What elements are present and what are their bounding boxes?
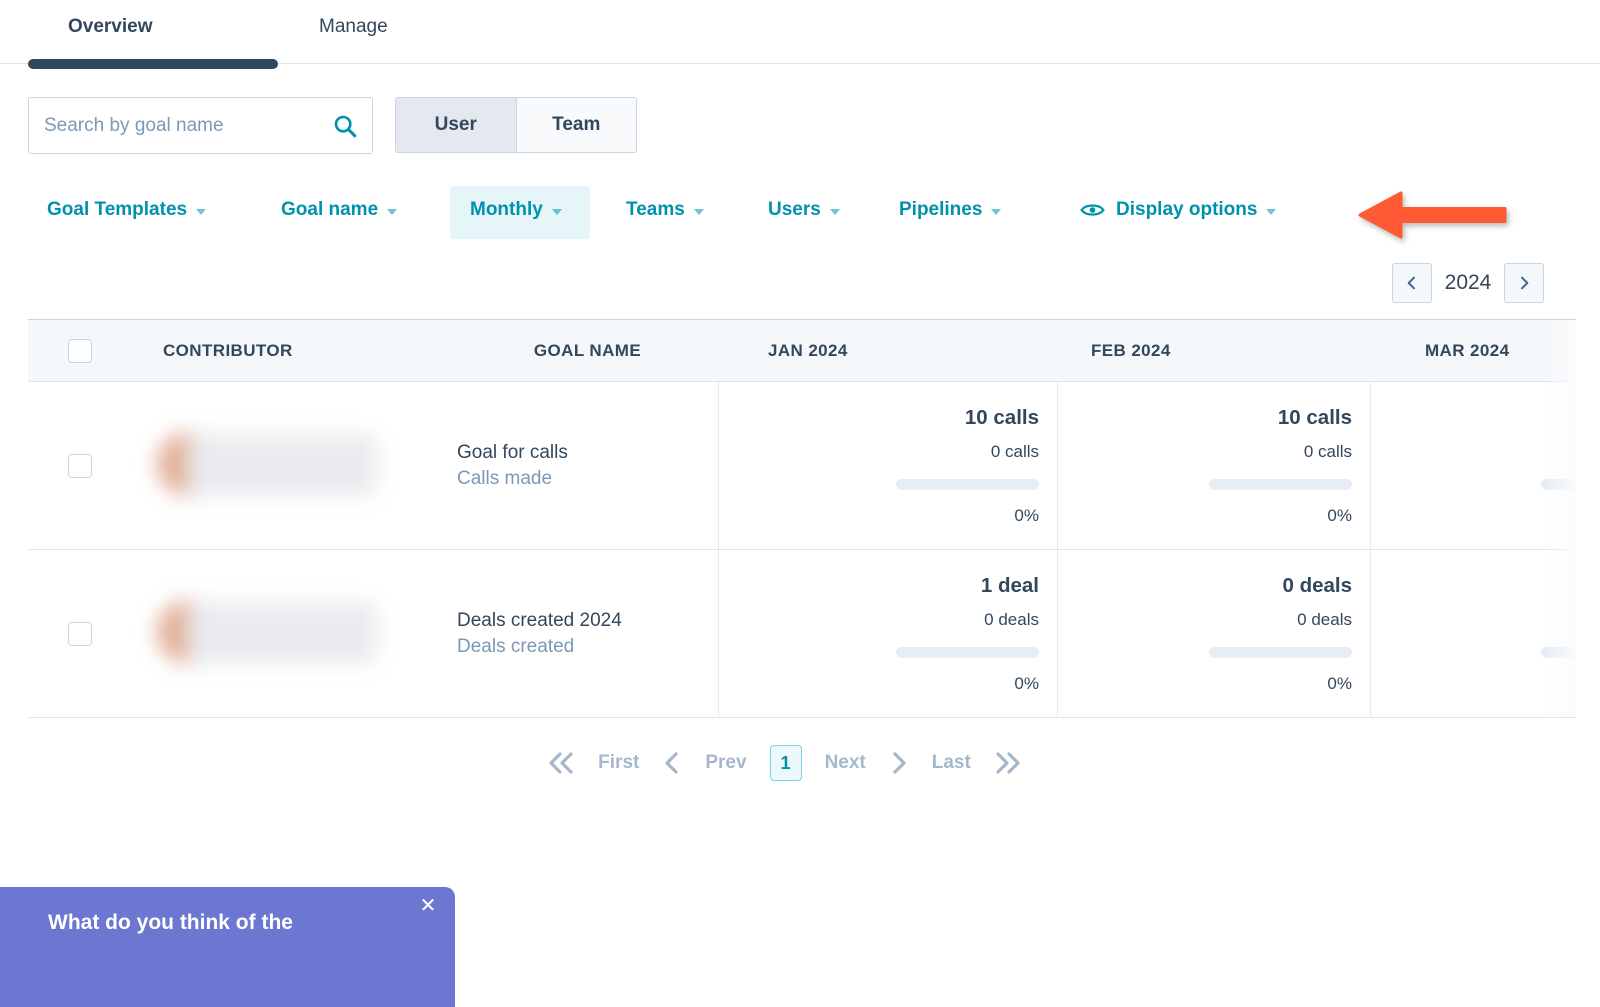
goal-actual-value: 0 deals [1058, 609, 1352, 631]
goal-actual-value: 0 calls [719, 441, 1039, 463]
filter-goal-name-label: Goal name [281, 199, 378, 221]
goal-target-value: 1 deal [719, 574, 1039, 598]
eye-icon [1080, 201, 1105, 219]
current-page-button[interactable]: 1 [770, 745, 802, 781]
filter-users[interactable]: Users [768, 199, 840, 221]
goal-target-value: 10 calls [1058, 406, 1352, 430]
goal-target-value: 10 calls [719, 406, 1039, 430]
chevron-down-icon [991, 209, 1001, 215]
chevron-down-icon [387, 209, 397, 215]
goals-table: CONTRIBUTOR GOAL NAME JAN 2024 FEB 2024 … [28, 319, 1576, 718]
column-header-goal-name: GOAL NAME [445, 341, 718, 361]
chevron-down-icon [196, 209, 206, 215]
row-checkbox[interactable] [68, 454, 92, 478]
user-team-toggle: User Team [395, 97, 637, 153]
active-tab-underline [28, 59, 278, 69]
progress-bar [1209, 647, 1352, 658]
next-year-button[interactable] [1504, 263, 1544, 303]
next-page-button[interactable]: Next [825, 752, 866, 774]
goal-percent: 0% [1058, 673, 1352, 695]
annotation-arrow-left [1354, 188, 1514, 249]
progress-bar [896, 479, 1039, 490]
row-checkbox[interactable] [68, 622, 92, 646]
goal-percent: 0% [719, 673, 1039, 695]
next-page-icon[interactable] [889, 750, 909, 776]
toggle-user-button[interactable]: User [396, 98, 517, 152]
filter-teams-label: Teams [626, 199, 685, 221]
filter-frequency-monthly[interactable]: Monthly [470, 199, 562, 221]
filter-teams[interactable]: Teams [626, 199, 704, 221]
goal-name-link[interactable]: Deals created 2024 [457, 608, 718, 634]
chevron-down-icon [1266, 209, 1276, 215]
filter-monthly-label: Monthly [470, 199, 543, 221]
filter-goal-templates-label: Goal Templates [47, 199, 187, 221]
goal-metric-label: Calls made [457, 466, 718, 492]
goal-metric-label: Deals created [457, 634, 718, 660]
goal-name-link[interactable]: Goal for calls [457, 440, 718, 466]
chevron-down-icon [552, 209, 562, 215]
tab-manage[interactable]: Manage [319, 16, 388, 38]
first-page-icon[interactable] [547, 750, 575, 776]
table-row: Deals created 2024 Deals created 1 deal … [28, 549, 1576, 717]
goal-percent: 0% [1058, 505, 1352, 527]
goal-target-value: 0 deals [1058, 574, 1352, 598]
progress-bar-fragment [1541, 479, 1576, 490]
toggle-team-button[interactable]: Team [517, 98, 637, 152]
prev-year-button[interactable] [1392, 263, 1432, 303]
last-page-icon[interactable] [994, 750, 1022, 776]
prev-page-button[interactable]: Prev [705, 752, 746, 774]
display-options-label: Display options [1116, 199, 1257, 221]
year-label: 2024 [1432, 271, 1504, 295]
progress-bar [1209, 479, 1352, 490]
column-header-feb: FEB 2024 [1057, 341, 1370, 361]
pagination: First Prev 1 Next Last [28, 740, 1541, 786]
filter-goal-templates[interactable]: Goal Templates [47, 199, 206, 221]
table-header: CONTRIBUTOR GOAL NAME JAN 2024 FEB 2024 … [28, 320, 1576, 381]
display-options-dropdown[interactable]: Display options [1080, 199, 1276, 221]
column-header-mar: MAR 2024 [1370, 341, 1576, 361]
contributor-redacted-avatar [153, 420, 381, 512]
goal-search [28, 97, 373, 154]
feedback-dialog-title: What do you think of the [48, 911, 293, 935]
search-icon[interactable] [332, 113, 358, 139]
goal-actual-value: 0 deals [719, 609, 1039, 631]
filter-pipelines[interactable]: Pipelines [899, 199, 1001, 221]
search-input[interactable] [29, 115, 332, 137]
feedback-dialog: What do you think of the ✕ [0, 887, 455, 1007]
filter-pipelines-label: Pipelines [899, 199, 982, 221]
last-page-button[interactable]: Last [932, 752, 971, 774]
progress-bar [896, 647, 1039, 658]
goal-percent: 0% [719, 505, 1039, 527]
filter-goal-name[interactable]: Goal name [281, 199, 397, 221]
table-row: Goal for calls Calls made 10 calls 0 cal… [28, 381, 1576, 549]
select-all-checkbox[interactable] [68, 339, 92, 363]
contributor-redacted-avatar [153, 588, 381, 680]
tab-overview[interactable]: Overview [68, 16, 153, 38]
close-icon[interactable]: ✕ [414, 891, 442, 919]
chevron-down-icon [694, 209, 704, 215]
progress-bar-fragment [1541, 647, 1576, 658]
chevron-down-icon [830, 209, 840, 215]
filter-users-label: Users [768, 199, 821, 221]
goal-actual-value: 0 calls [1058, 441, 1352, 463]
column-header-contributor: CONTRIBUTOR [133, 341, 445, 361]
first-page-button[interactable]: First [598, 752, 639, 774]
prev-page-icon[interactable] [662, 750, 682, 776]
column-header-jan: JAN 2024 [718, 341, 1057, 361]
